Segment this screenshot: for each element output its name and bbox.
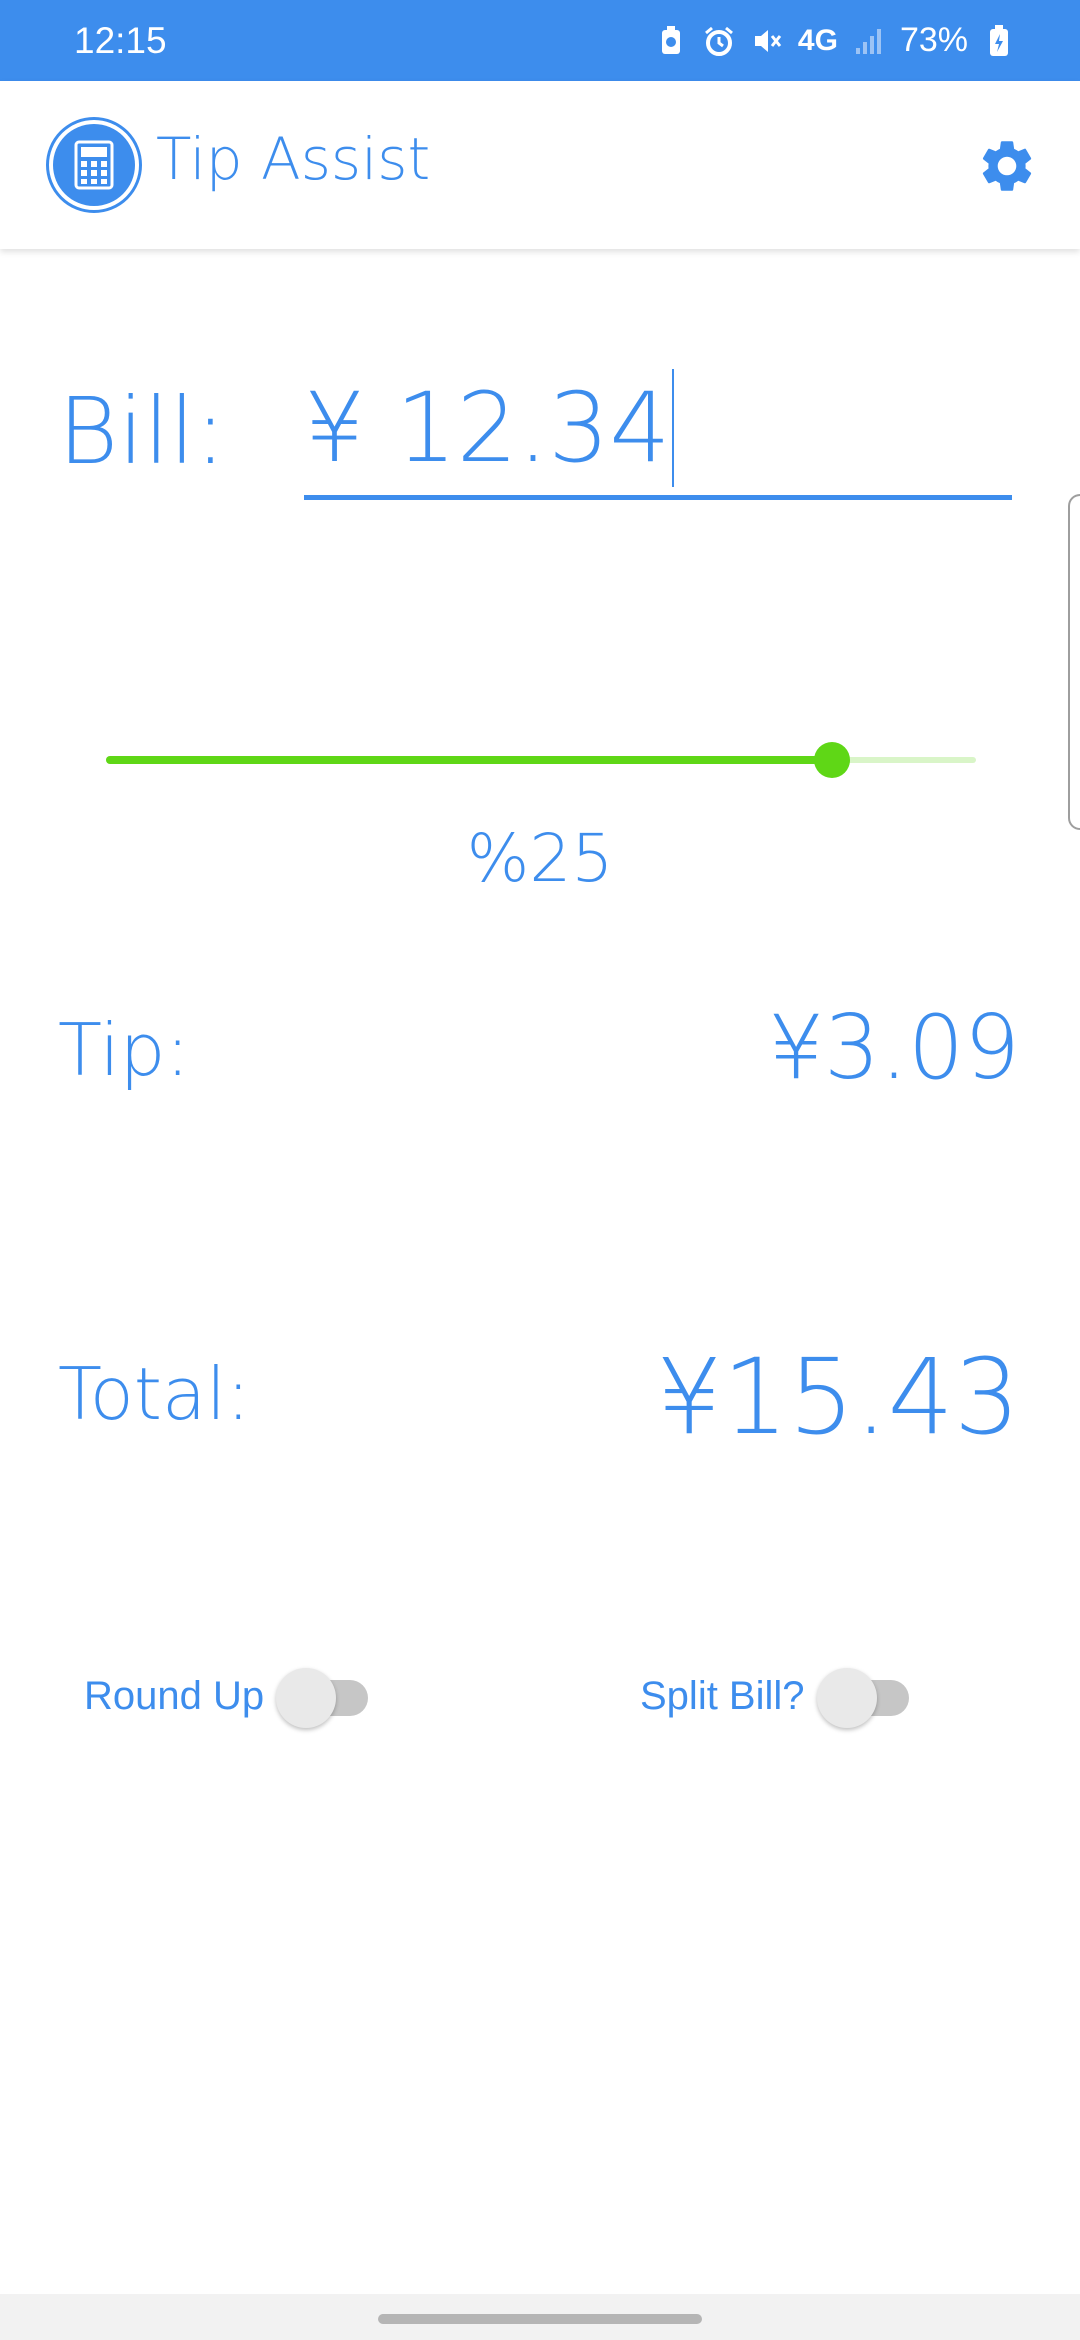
split-bill-label: Split Bill? [640,1673,805,1718]
slider-thumb[interactable] [814,742,850,778]
status-icons: 4G 73% [654,21,1016,60]
app-bar: Tip Assist [0,81,1080,249]
edge-panel-handle[interactable] [1068,494,1080,830]
calculator-icon [53,124,135,206]
home-indicator[interactable] [378,2314,702,2324]
tip-label: Tip: [58,1008,190,1092]
bill-value: ¥ 12.34 [304,371,671,484]
tip-value: ¥3.09 [768,996,1020,1099]
navigation-bar [0,2294,1080,2340]
slider-fill [106,756,832,764]
gear-icon [982,141,1032,191]
switch-thumb [816,1668,877,1728]
bill-label: Bill: [58,378,226,485]
alarm-icon [702,24,736,58]
app-logo [46,117,142,213]
battery-saver-icon [654,24,688,58]
battery-percent: 73% [899,21,968,59]
app-title: Tip Assist [156,125,431,193]
network-type: 4G [797,23,838,57]
tip-percent-slider[interactable] [106,740,976,780]
switch-thumb [276,1668,337,1728]
round-up-group: Round Up [84,1664,372,1728]
bill-input[interactable]: ¥ 12.34 [304,360,1012,500]
signal-icon [852,24,886,58]
total-label: Total: [58,1352,251,1436]
split-bill-group: Split Bill? [640,1664,913,1728]
tip-percent-label: %25 [466,820,614,897]
status-bar: 12:15 4G 73% [0,0,1080,81]
battery-charging-icon [982,24,1016,58]
mute-icon [750,24,784,58]
settings-button[interactable] [974,133,1040,199]
round-up-label: Round Up [84,1673,265,1718]
round-up-switch[interactable] [276,1664,372,1728]
text-cursor [672,368,675,487]
total-value: ¥15.43 [656,1336,1020,1458]
status-time: 12:15 [74,19,167,61]
split-bill-switch[interactable] [816,1664,913,1728]
